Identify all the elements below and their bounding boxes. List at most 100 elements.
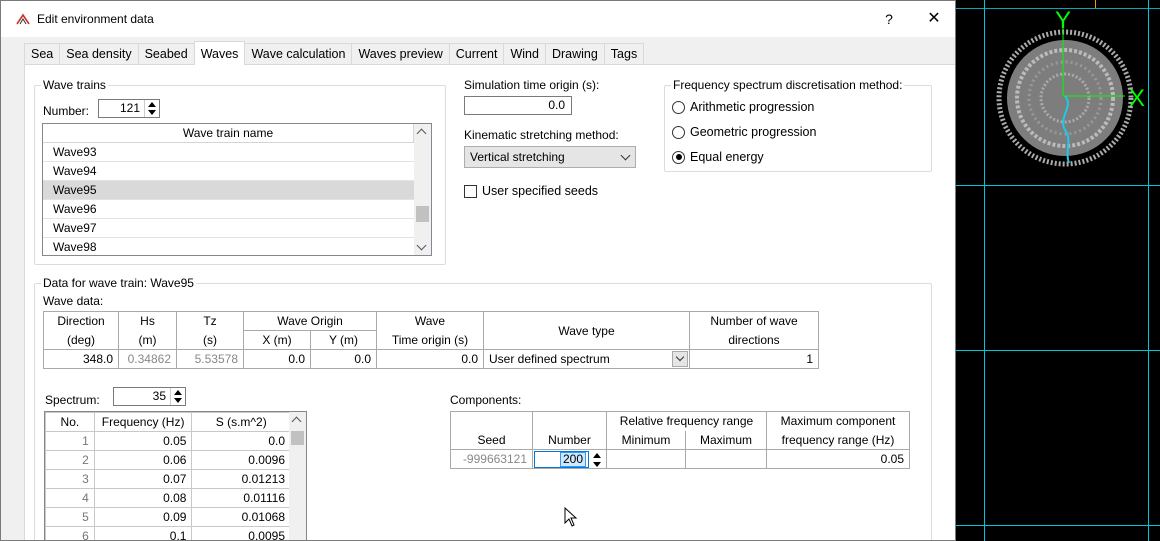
col-y[interactable]: Y (m) [310,330,377,350]
col-frequency[interactable]: Frequency (Hz) [93,412,193,432]
cell-frequency[interactable]: 0.09 [93,507,193,527]
cell-num-directions[interactable]: 1 [689,349,819,369]
table-row[interactable]: 1 0.05 0.0 [45,431,291,451]
col-relative-range[interactable]: Relative frequency range [606,411,767,431]
table-row[interactable]: 3 0.07 0.01213 [45,469,291,489]
col-tz[interactable]: Tz [176,311,244,331]
col-s[interactable]: S (s.m^2) [191,412,291,432]
cell-frequency[interactable]: 0.1 [93,526,193,540]
radio-circle[interactable] [672,100,685,114]
cell-s[interactable]: 0.01068 [191,507,291,527]
cell-s[interactable]: 0.0095 [191,526,291,540]
cell-minimum[interactable] [606,449,686,469]
tab-sea[interactable]: Sea [24,43,61,65]
cell-frequency[interactable]: 0.05 [93,431,193,451]
radio-circle[interactable] [672,125,685,139]
wave-type-dropdown[interactable] [672,351,688,367]
scroll-thumb[interactable] [291,431,304,445]
spectrum-table[interactable]: No. Frequency (Hz) S (s.m^2) 1 0.05 0.0 20… [44,411,307,540]
table-row[interactable]: 348.0 0.34862 5.53578 0.0 0.0 0.0 User d… [43,349,819,369]
list-item[interactable]: Wave97 [43,219,414,238]
list-item[interactable]: Wave93 [43,143,414,162]
col-wave-type[interactable]: Wave type [483,311,690,350]
scroll-down-icon[interactable] [416,240,427,251]
title-bar[interactable]: Edit environment data ? ✕ [1,1,955,37]
col-direction[interactable]: Direction [43,311,119,331]
cell-tz[interactable]: 5.53578 [176,349,244,369]
cell-frequency[interactable]: 0.06 [93,450,193,470]
table-row[interactable]: -999663121 200 0.05 [450,449,910,469]
table-row[interactable]: 4 0.08 0.01116 [45,488,291,508]
cell-maximum[interactable] [685,449,767,469]
cell-y[interactable]: 0.0 [310,349,377,369]
spinner-arrows-icon[interactable] [170,388,185,405]
cell-s[interactable]: 0.0096 [191,450,291,470]
cell-hs[interactable]: 0.34862 [118,349,177,369]
close-button[interactable]: ✕ [922,9,946,29]
col-hs[interactable]: Hs [118,311,177,331]
cell-frequency[interactable]: 0.07 [93,469,193,489]
cell-direction[interactable]: 348.0 [43,349,119,369]
cell-s[interactable]: 0.0 [191,431,291,451]
spinner-arrows-icon[interactable] [590,452,604,468]
radio-circle-selected[interactable] [672,150,685,164]
tab-wave-calculation[interactable]: Wave calculation [244,43,353,65]
number-editor[interactable]: 200 [534,450,589,468]
cell-s[interactable]: 0.01213 [191,469,291,489]
stretching-select[interactable]: Vertical stretching [464,146,636,168]
tab-waves-preview[interactable]: Waves preview [351,43,450,65]
spectrum-scrollbar[interactable] [289,412,306,540]
spectrum-count-spinner[interactable]: 35 [113,387,186,406]
cell-frequency[interactable]: 0.08 [93,488,193,508]
scroll-thumb[interactable] [416,206,429,222]
cell-s[interactable]: 0.01116 [191,488,291,508]
col-minimum[interactable]: Minimum [606,430,686,450]
cell-x[interactable]: 0.0 [243,349,311,369]
cell-seed[interactable]: -999663121 [450,449,533,469]
tab-wind[interactable]: Wind [503,43,546,65]
time-origin-input[interactable]: 0.0 [464,96,572,115]
number-value[interactable]: 200 [559,451,586,467]
list-item[interactable]: Wave98 [43,238,414,255]
tab-seabed[interactable]: Seabed [137,43,195,65]
list-item[interactable]: Wave96 [43,200,414,219]
user-seeds-checkbox[interactable]: User specified seeds [464,184,598,198]
col-maximum[interactable]: Maximum [685,430,767,450]
cell-number[interactable]: 200 [532,449,607,469]
list-scrollbar[interactable] [414,124,431,255]
components-table[interactable]: Seed Number Relative frequency range Max… [450,411,910,469]
col-wave-time[interactable]: Wave [376,311,484,331]
scroll-up-icon[interactable] [291,416,302,427]
cell-time-origin[interactable]: 0.0 [376,349,484,369]
cell-wave-type[interactable]: User defined spectrum [483,349,690,369]
spectrum-count-value[interactable]: 35 [114,388,170,405]
col-num-directions[interactable]: Number of wave [689,311,819,331]
table-row[interactable]: 2 0.06 0.0096 [45,450,291,470]
tab-current[interactable]: Current [448,43,505,65]
wave-train-number-value[interactable]: 121 [99,100,144,117]
tab-drawing[interactable]: Drawing [544,43,605,65]
spinner-down-icon[interactable] [593,462,601,467]
col-no[interactable]: No. [45,412,95,432]
col-max-component[interactable]: Maximum component [766,411,910,431]
spinner-up-icon[interactable] [593,453,601,458]
tab-waves[interactable]: Waves [193,41,246,65]
wave-train-number-spinner[interactable]: 121 [98,99,160,118]
list-item[interactable]: Wave94 [43,162,414,181]
radio-arithmetic[interactable]: Arithmetic progression [672,100,814,114]
scroll-up-icon[interactable] [416,128,427,139]
3d-view[interactable]: Y X [955,0,1160,541]
wave-train-list[interactable]: Wave train name Wave93 Wave94 Wave95 Wav… [42,123,432,256]
radio-equal-energy[interactable]: Equal energy [672,150,764,164]
radio-geometric[interactable]: Geometric progression [672,125,816,139]
wave-train-name-header[interactable]: Wave train name [43,124,414,143]
list-item-selected[interactable]: Wave95 [43,181,414,200]
cell-max-component[interactable]: 0.05 [766,449,910,469]
col-seed[interactable]: Seed [450,411,533,450]
help-button[interactable]: ? [877,9,901,29]
col-wave-origin[interactable]: Wave Origin [243,311,377,331]
col-x[interactable]: X (m) [243,330,311,350]
tab-tags[interactable]: Tags [603,43,645,65]
table-row[interactable]: 6 0.1 0.0095 [45,526,291,540]
col-number[interactable]: Number [532,411,607,450]
